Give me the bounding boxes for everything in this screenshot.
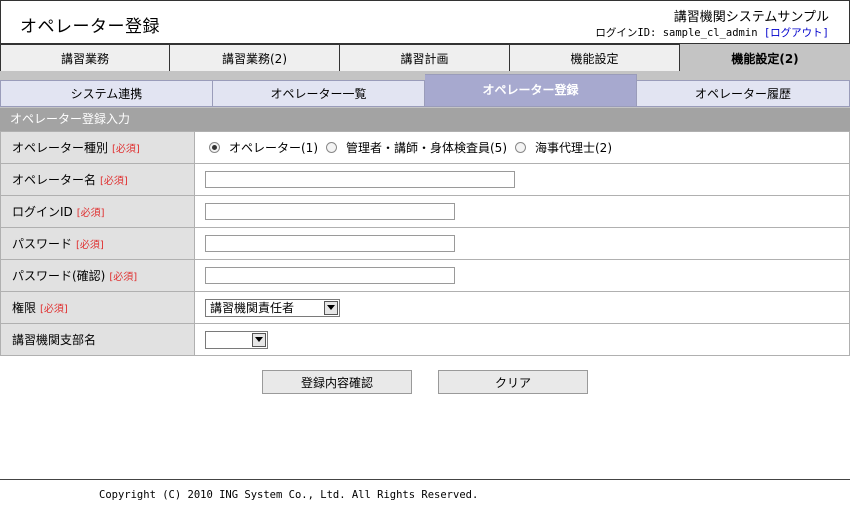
password-confirm-label: パスワード(確認) [必須]: [0, 259, 195, 292]
radio-unchecked-icon[interactable]: [515, 142, 526, 153]
password-confirm-input[interactable]: [205, 267, 455, 284]
sub-tab-area: システム連携 オペレーター一覧 オペレーター登録 オペレーター履歴: [0, 71, 850, 108]
form-row-password: パスワード [必須]: [0, 227, 850, 260]
operator-name-input[interactable]: [205, 171, 515, 188]
main-tab-settings[interactable]: 機能設定: [510, 44, 680, 72]
main-tabs: 講習業務 講習業務(2) 講習計画 機能設定 機能設定(2): [0, 43, 850, 73]
radio-checked-icon[interactable]: [209, 142, 220, 153]
branch-label: 講習機関支部名: [0, 323, 195, 356]
sub-tab-operator-register[interactable]: オペレーター登録: [425, 74, 637, 107]
form-row-authority: 権限 [必須] 講習機関責任者: [0, 291, 850, 324]
logout-link[interactable]: [ログアウト]: [764, 27, 829, 39]
required-mark: [必須]: [76, 240, 104, 251]
dropdown-arrow-icon[interactable]: [324, 300, 338, 315]
required-mark: [必須]: [40, 304, 68, 315]
confirm-button[interactable]: 登録内容確認: [262, 370, 412, 394]
sub-tab-operator-history[interactable]: オペレーター履歴: [637, 80, 850, 107]
password-input[interactable]: [205, 235, 455, 252]
required-mark: [必須]: [100, 176, 128, 187]
main-tab-training[interactable]: 講習業務: [0, 44, 170, 72]
form-buttons: 登録内容確認 クリア: [262, 370, 588, 394]
operator-type-label: オペレーター種別 [必須]: [0, 131, 195, 164]
form-row-password-confirm: パスワード(確認) [必須]: [0, 259, 850, 292]
operator-type-option-agent[interactable]: 海事代理士(2): [515, 139, 612, 156]
login-id-label: ログインID [必須]: [0, 195, 195, 228]
required-mark: [必須]: [112, 144, 140, 155]
sub-tab-system-link[interactable]: システム連携: [0, 80, 213, 107]
login-id-input[interactable]: [205, 203, 455, 220]
clear-button[interactable]: クリア: [438, 370, 588, 394]
sub-tab-operator-list[interactable]: オペレーター一覧: [213, 80, 425, 107]
operator-type-option-admin[interactable]: 管理者・講師・身体検査員(5): [326, 139, 507, 156]
login-id: sample_cl_admin: [662, 27, 758, 39]
main-tab-training-2[interactable]: 講習業務(2): [170, 44, 340, 72]
login-info: ログインID: sample_cl_admin [ログアウト]: [595, 25, 829, 40]
radio-unchecked-icon[interactable]: [326, 142, 337, 153]
header: オペレーター登録 講習機関システムサンプル ログインID: sample_cl_…: [0, 0, 850, 43]
password-label: パスワード [必須]: [0, 227, 195, 260]
required-mark: [必須]: [76, 208, 105, 219]
form-row-branch: 講習機関支部名: [0, 323, 850, 356]
operator-name-label: オペレーター名 [必須]: [0, 163, 195, 196]
login-prefix: ログインID:: [595, 27, 663, 39]
required-mark: [必須]: [109, 272, 138, 283]
operator-type-option-operator[interactable]: オペレーター(1): [205, 139, 318, 156]
system-name: 講習機関システムサンプル: [673, 10, 829, 25]
branch-select[interactable]: [205, 330, 268, 349]
authority-selected-value: 講習機関責任者: [210, 301, 295, 315]
operator-form: オペレーター種別 [必須] オペレーター(1) 管理者・講師・身体検査員(5) 海…: [0, 131, 850, 356]
main-tab-plan[interactable]: 講習計画: [340, 44, 510, 72]
form-row-operator-type: オペレーター種別 [必須] オペレーター(1) 管理者・講師・身体検査員(5) 海…: [0, 131, 850, 164]
authority-select[interactable]: 講習機関責任者: [205, 298, 340, 317]
copyright: Copyright (C) 2010 ING System Co., Ltd. …: [99, 489, 479, 501]
page-title: オペレーター登録: [20, 17, 160, 37]
form-row-login-id: ログインID [必須]: [0, 195, 850, 228]
section-title: オペレーター登録入力: [0, 108, 850, 131]
form-row-operator-name: オペレーター名 [必須]: [0, 163, 850, 196]
main-tab-settings-2[interactable]: 機能設定(2): [680, 44, 850, 73]
footer-divider: [0, 479, 850, 480]
dropdown-arrow-icon[interactable]: [252, 332, 266, 347]
authority-label: 権限 [必須]: [0, 291, 195, 324]
operator-type-radio-group: オペレーター(1) 管理者・講師・身体検査員(5) 海事代理士(2): [205, 139, 849, 156]
sub-tabs: システム連携 オペレーター一覧 オペレーター登録 オペレーター履歴: [0, 74, 850, 107]
